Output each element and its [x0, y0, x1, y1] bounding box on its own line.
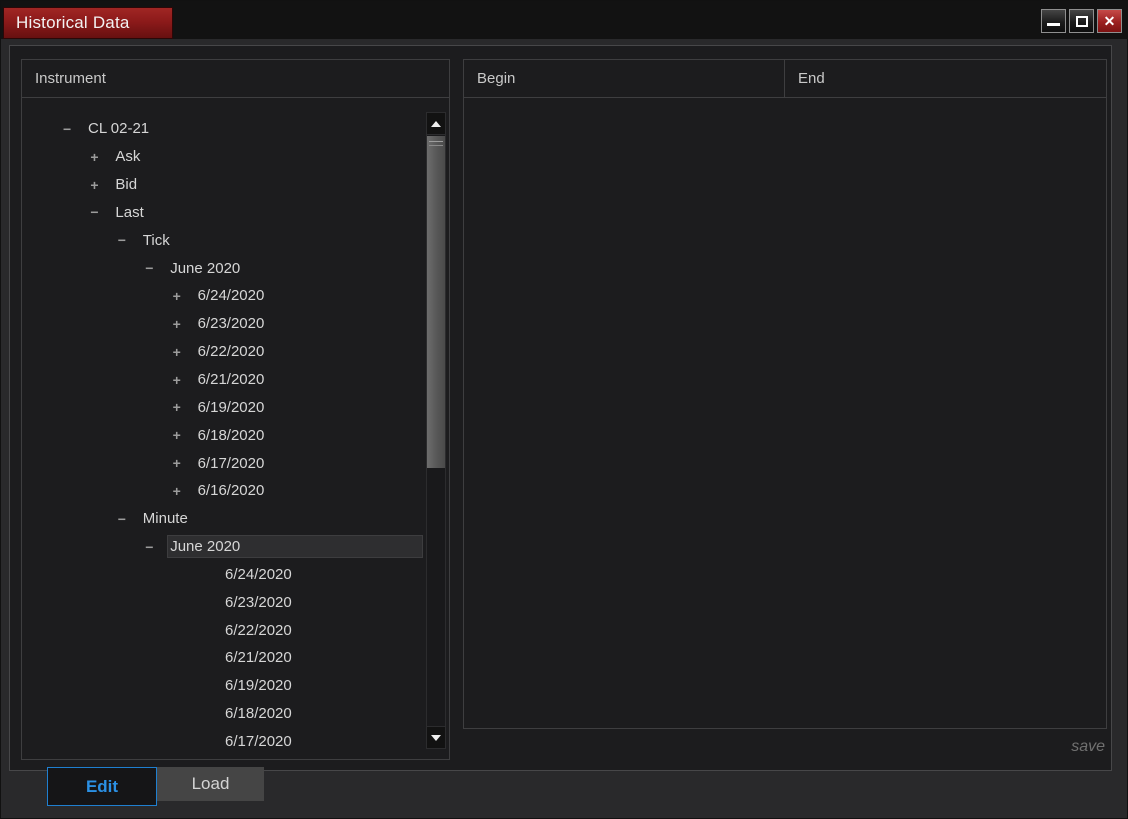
tree-item-label: CL 02-21 — [88, 120, 150, 138]
instrument-tree-body: − CL 02-21 + Ask + Bid − Last − Tick − June 2020 +6/… — [22, 99, 449, 759]
minimize-icon — [1047, 23, 1060, 26]
tree-item-label: 6/19/2020 — [225, 677, 292, 695]
close-icon: ✕ — [1103, 13, 1116, 29]
arrow-down-icon — [431, 734, 441, 741]
title-bar[interactable]: Historical Data ✕ — [1, 1, 1128, 39]
close-button[interactable]: ✕ — [1097, 9, 1122, 33]
expander-minus-icon[interactable]: − — [145, 540, 167, 554]
instrument-header: Instrument — [22, 60, 449, 98]
tree-item-label: 6/23/2020 — [225, 593, 292, 611]
tree-item-label: Bid — [115, 176, 138, 194]
tree-item[interactable]: − June 2020 — [145, 533, 423, 561]
tree-item-label: 6/24/2020 — [197, 287, 265, 305]
tree-item[interactable]: + Ask — [90, 143, 423, 171]
expander-plus-icon[interactable]: + — [173, 345, 195, 359]
arrow-up-icon — [431, 120, 441, 127]
instrument-header-label: Instrument — [35, 70, 106, 87]
tree-item[interactable]: +6/17/2020 — [173, 449, 423, 477]
expander-plus-icon[interactable]: + — [90, 178, 112, 192]
expander-minus-icon[interactable]: − — [145, 261, 167, 275]
expander-minus-icon[interactable]: − — [63, 122, 85, 136]
tree-item-label: Minute — [142, 510, 188, 528]
expander-plus-icon[interactable]: + — [173, 400, 195, 414]
tree-scrollbar[interactable] — [426, 112, 446, 749]
save-link[interactable]: save — [1071, 738, 1105, 756]
window-controls: ✕ — [1041, 9, 1122, 33]
window-title: Historical Data — [16, 13, 130, 32]
tab-edit[interactable]: Edit — [47, 767, 157, 806]
maximize-button[interactable] — [1069, 9, 1094, 33]
scroll-up-button[interactable] — [427, 113, 445, 135]
tree-item-label: Ask — [115, 148, 141, 166]
tree-item[interactable]: +6/24/2020 — [173, 282, 423, 310]
scroll-down-button[interactable] — [427, 726, 445, 748]
tree-item[interactable]: 6/17/2020 — [200, 728, 423, 756]
tree-item[interactable]: +6/21/2020 — [173, 366, 423, 394]
tree-item-label: June 2020 — [170, 259, 241, 277]
thumb-grip — [429, 141, 443, 142]
instrument-panel: Instrument − CL 02-21 + Ask + Bid − Last − Tick − J… — [21, 59, 450, 760]
tree-item-label: 6/22/2020 — [197, 343, 265, 361]
tab-load-label: Load — [191, 774, 230, 793]
expander-plus-icon[interactable]: + — [173, 289, 195, 303]
tree-item[interactable]: 6/24/2020 — [200, 561, 423, 589]
tree-item-label: June 2020 — [167, 535, 423, 559]
tree-item-label: 6/24/2020 — [225, 565, 292, 583]
tree-item[interactable]: 6/21/2020 — [200, 644, 423, 672]
tree-item-label: 6/21/2020 — [225, 649, 292, 667]
tree-item-label: 6/19/2020 — [197, 398, 265, 416]
date-range-body — [464, 99, 1106, 728]
expander-minus-icon[interactable]: − — [118, 233, 140, 247]
tree-item-label: 6/18/2020 — [225, 705, 292, 723]
maximize-icon — [1075, 15, 1088, 27]
tree-item[interactable]: +6/18/2020 — [173, 421, 423, 449]
expander-plus-icon[interactable]: + — [173, 428, 195, 442]
tree-item[interactable]: 6/19/2020 — [200, 672, 423, 700]
tree-item[interactable]: 6/22/2020 — [200, 616, 423, 644]
date-range-header: Begin End — [464, 60, 1106, 98]
tree-item[interactable]: − Minute — [118, 505, 423, 533]
tree-item[interactable]: 6/23/2020 — [200, 588, 423, 616]
tree-item[interactable]: − CL 02-21 — [63, 115, 423, 143]
tree-item-label: 6/23/2020 — [197, 315, 265, 333]
expander-plus-icon[interactable]: + — [173, 317, 195, 331]
date-range-panel: Begin End — [463, 59, 1107, 729]
tree-item[interactable]: − Last — [90, 199, 423, 227]
tree-item[interactable]: +6/19/2020 — [173, 393, 423, 421]
tree-item-label: 6/17/2020 — [197, 454, 265, 472]
expander-plus-icon[interactable]: + — [90, 150, 112, 164]
tree-item-label: 6/16/2020 — [197, 482, 265, 500]
tree-item[interactable]: − June 2020 — [145, 254, 423, 282]
tree: − CL 02-21 + Ask + Bid − Last − Tick − June 2020 +6/… — [22, 115, 423, 755]
tab-load[interactable]: Load — [157, 767, 264, 801]
expander-plus-icon[interactable]: + — [173, 456, 195, 470]
thumb-grip — [429, 145, 443, 146]
expander-minus-icon[interactable]: − — [118, 512, 140, 526]
tree-item-label: 6/18/2020 — [197, 426, 265, 444]
historical-data-window: { "window": { "title": "Historical Data"… — [0, 0, 1128, 819]
scrollbar-thumb[interactable] — [427, 136, 445, 468]
tree-item[interactable]: +6/16/2020 — [173, 477, 423, 505]
tree-item[interactable]: +6/22/2020 — [173, 338, 423, 366]
window-title-tab: Historical Data — [3, 7, 173, 39]
content-area: Instrument − CL 02-21 + Ask + Bid − Last − Tick − J… — [9, 45, 1112, 771]
tree-item-label: Last — [115, 203, 144, 221]
minimize-button[interactable] — [1041, 9, 1066, 33]
tree-item-label: 6/17/2020 — [225, 732, 292, 750]
expander-plus-icon[interactable]: + — [173, 373, 195, 387]
tree-item-label: Tick — [142, 231, 170, 249]
tree-item-label: 6/21/2020 — [197, 371, 265, 389]
expander-minus-icon[interactable]: − — [90, 205, 112, 219]
column-header-begin: Begin — [464, 60, 785, 97]
tree-item[interactable]: +6/23/2020 — [173, 310, 423, 338]
tree-item[interactable]: 6/18/2020 — [200, 700, 423, 728]
column-header-end: End — [798, 70, 825, 87]
tree-item[interactable]: − Tick — [118, 226, 423, 254]
tab-edit-label: Edit — [85, 776, 119, 796]
tree-item[interactable]: + Bid — [90, 171, 423, 199]
tree-item-label: 6/22/2020 — [225, 621, 292, 639]
expander-plus-icon[interactable]: + — [173, 484, 195, 498]
